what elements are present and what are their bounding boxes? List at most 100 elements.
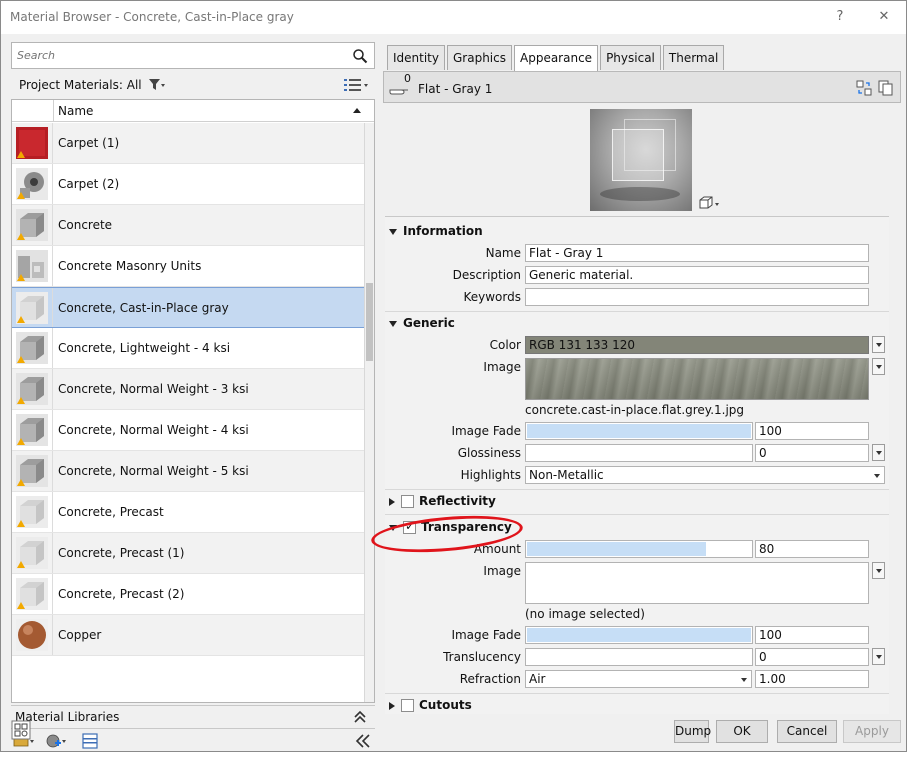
material-row[interactable]: Concrete, Normal Weight - 5 ksi [12,451,365,492]
section-divider [385,514,889,515]
refraction-select[interactable]: Air [525,670,752,688]
transparency-image-slot[interactable] [525,562,869,604]
name-column-header[interactable]: Name [58,104,93,118]
generic-section-header[interactable]: Generic [389,316,455,334]
translucency-value[interactable]: 0 [755,648,869,666]
material-row[interactable]: Concrete, Precast (1) [12,533,365,574]
column-divider [52,123,53,163]
name-field[interactable]: Flat - Gray 1 [525,244,869,262]
tab-appearance[interactable]: Appearance [514,45,599,71]
material-row[interactable]: Concrete [12,205,365,246]
tab-thermal[interactable]: Thermal [662,45,725,70]
filter-icon[interactable] [148,78,166,92]
reflectivity-checkbox[interactable] [401,495,414,508]
material-row[interactable]: Copper [12,615,365,656]
generic-image-swatch[interactable] [525,358,869,400]
glossiness-slider[interactable] [525,444,753,462]
add-material-icon[interactable] [45,733,67,749]
generic-image-fade-value[interactable]: 100 [755,422,869,440]
reflectivity-header-label: Reflectivity [419,494,496,508]
tab-graphics[interactable]: Graphics [447,45,512,70]
material-thumbnail [16,373,48,405]
generic-image-dropdown[interactable] [872,358,885,375]
column-divider [52,328,53,368]
column-divider [52,533,53,573]
description-field[interactable]: Generic material. [525,266,869,284]
column-divider [52,164,53,204]
list-scrollbar-thumb[interactable] [366,283,373,361]
material-thumbnail [16,455,48,487]
material-row[interactable]: Concrete, Normal Weight - 4 ksi [12,410,365,451]
transparency-image-dropdown[interactable] [872,562,885,579]
translucency-dropdown[interactable] [872,648,885,665]
keywords-field[interactable] [525,288,869,306]
generic-image-filename[interactable]: concrete.cast-in-place.flat.grey.1.jpg [525,403,744,417]
collapse-icon [389,320,397,327]
refraction-value[interactable]: 1.00 [755,670,869,688]
search-input[interactable] [15,46,345,65]
search-icon[interactable] [352,48,368,64]
generic-image-fade-slider[interactable] [525,422,753,440]
color-dropdown[interactable] [872,336,885,353]
tab-physical[interactable]: Physical [600,45,661,70]
preview-options-icon[interactable] [697,195,721,211]
material-browser-window: Material Browser - Concrete, Cast-in-Pla… [0,0,907,752]
list-scrollbar[interactable] [364,123,374,702]
tab-identity[interactable]: Identity [387,45,445,70]
cancel-button[interactable]: Cancel [777,720,837,743]
table-header: Name [12,100,374,122]
material-row[interactable]: Carpet (1) [12,123,365,164]
ok-button[interactable]: OK [716,720,768,743]
column-divider [52,574,53,614]
title-bar: Material Browser - Concrete, Cast-in-Pla… [1,1,906,34]
amount-value[interactable]: 80 [755,540,869,558]
warning-icon [17,397,25,404]
material-row[interactable]: Concrete, Precast (2) [12,574,365,615]
information-section-header[interactable]: Information [389,224,483,242]
expand-libraries-icon[interactable] [353,710,367,724]
material-thumbnail [16,578,48,610]
translucency-slider[interactable] [525,648,753,666]
material-row[interactable]: Concrete, Precast [12,492,365,533]
sort-ascending-icon[interactable] [353,108,361,113]
material-name: Concrete, Precast (2) [58,587,185,601]
dump-button[interactable]: Dump [674,720,711,743]
highlights-select[interactable]: Non-Metallic [525,466,885,484]
replace-asset-icon[interactable] [856,80,872,96]
refraction-label: Refraction [459,672,521,686]
transparency-checkbox[interactable] [403,519,416,534]
duplicate-asset-icon[interactable] [878,80,894,96]
view-options-icon[interactable] [343,78,369,92]
close-button[interactable]: ✕ [869,5,899,29]
transparency-image-fade-slider[interactable] [525,626,753,644]
transparency-section-header[interactable]: Transparency [389,519,512,538]
information-header-label: Information [403,224,483,238]
material-row[interactable]: Concrete, Lightweight - 4 ksi [12,328,365,369]
column-divider [52,492,53,532]
material-thumbnail [16,619,48,651]
help-button[interactable]: ? [825,5,855,29]
material-libraries-bar: Material Libraries [11,705,375,729]
reflectivity-section-header[interactable]: Reflectivity [389,494,496,512]
cutouts-section-header[interactable]: Cutouts [389,698,472,714]
slider-fill [527,424,751,438]
material-row[interactable]: Concrete, Normal Weight - 3 ksi [12,369,365,410]
glossiness-value[interactable]: 0 [755,444,869,462]
material-thumbnail [16,209,48,241]
material-editor-panel: Identity Graphics Appearance Physical Therma… [383,45,901,715]
cutouts-checkbox[interactable] [401,699,414,712]
transparency-image-fade-value[interactable]: 100 [755,626,869,644]
color-swatch[interactable]: RGB 131 133 120 [525,336,869,354]
library-panel-icon[interactable] [81,733,103,749]
apply-button[interactable]: Apply [843,720,901,743]
highlights-label: Highlights [460,468,521,482]
amount-slider[interactable] [525,540,753,558]
warning-icon [17,520,25,527]
material-preview [590,109,692,211]
material-row[interactable]: Carpet (2) [12,164,365,205]
material-editor-toggle-icon[interactable] [11,720,31,740]
glossiness-dropdown[interactable] [872,444,885,461]
material-row[interactable]: Concrete, Cast-in-Place gray [12,287,365,328]
material-row[interactable]: Concrete Masonry Units [12,246,365,287]
collapse-libraries-icon[interactable] [353,733,375,749]
